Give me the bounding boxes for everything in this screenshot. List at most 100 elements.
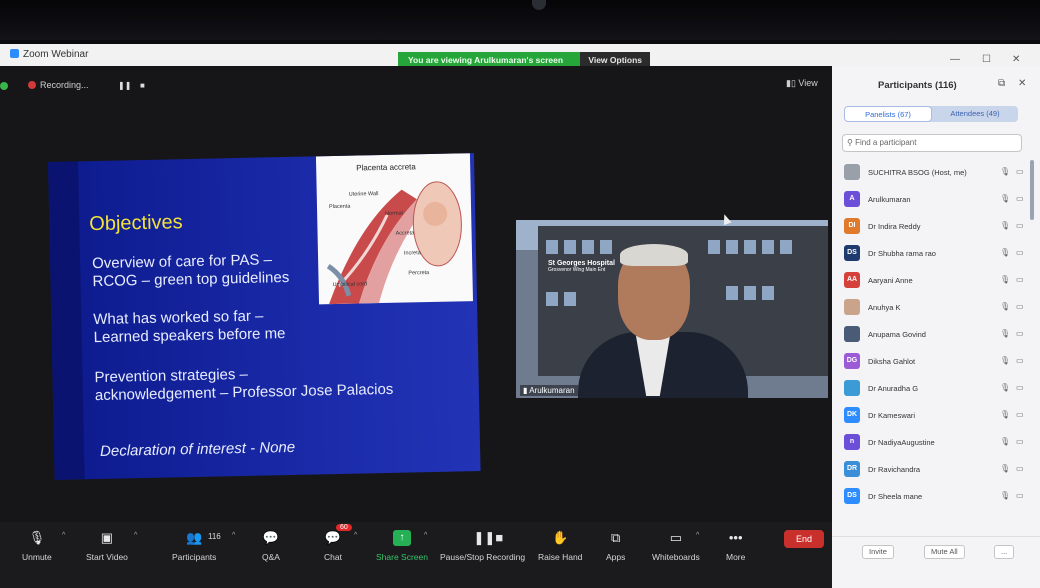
laptop-bezel (0, 0, 1040, 40)
microphone-icon[interactable]: 🎙 (1000, 437, 1010, 446)
microphone-icon[interactable]: 🎙 (1000, 167, 1010, 176)
share-screen-button[interactable]: ↑ Share Screen (376, 530, 428, 562)
qa-button[interactable]: 💬 Q&A (262, 530, 280, 562)
participant-tabs: Panelists (67) Attendees (49) (844, 106, 1018, 122)
participants-caret-icon[interactable]: ^ (232, 532, 235, 539)
slide-line: RCOG – green top guidelines (92, 268, 290, 291)
participant-row[interactable]: A Arulkumaran 🎙 ▭ (840, 187, 1032, 214)
panel-scrollbar[interactable] (1030, 160, 1034, 220)
chat-caret-icon[interactable]: ^ (354, 532, 357, 539)
raise-hand-label: Raise Hand (538, 552, 583, 562)
microphone-icon[interactable]: 🎙 (1000, 302, 1010, 311)
microphone-icon[interactable]: 🎙 (1000, 464, 1010, 473)
whiteboards-caret-icon[interactable]: ^ (696, 532, 699, 539)
participant-row[interactable]: DI Dr Indira Reddy 🎙 ▭ (840, 214, 1032, 241)
participant-row[interactable]: DR Dr Ravichandra 🎙 ▭ (840, 457, 1032, 484)
panel-close-icon[interactable]: ✕ (1018, 78, 1026, 89)
participant-name: Dr NadiyaAugustine (868, 438, 935, 447)
qa-icon: 💬 (262, 530, 280, 545)
tab-attendees[interactable]: Attendees (49) (932, 106, 1018, 122)
tab-panelists[interactable]: Panelists (67) (844, 106, 932, 122)
microphone-icon[interactable]: 🎙 (1000, 356, 1010, 365)
hospital-sign: St Georges Hospital Grosvenor Wing Main … (548, 260, 615, 273)
participant-name: Anupama Govind (868, 330, 926, 339)
end-button[interactable]: End (784, 530, 824, 548)
chat-badge: 60 (336, 524, 352, 531)
panel-more-button[interactable]: ... (994, 545, 1015, 559)
building-window (726, 240, 738, 254)
building-window (708, 240, 720, 254)
raise-hand-button[interactable]: ✋ Raise Hand (538, 530, 582, 562)
pause-recording-button[interactable]: ❚❚■ Pause/Stop Recording (440, 530, 525, 562)
participant-row[interactable]: n Dr NadiyaAugustine 🎙 ▭ (840, 430, 1032, 457)
maximize-icon[interactable]: ☐ (982, 54, 991, 65)
participant-row[interactable]: Dr Anuradha G 🎙 ▭ (840, 376, 1032, 403)
video-camera-icon[interactable]: ▭ (1016, 410, 1024, 419)
popout-icon[interactable]: ⧉ (998, 78, 1005, 89)
building-window (762, 240, 774, 254)
view-button[interactable]: ▮▯ View (786, 78, 818, 89)
video-camera-icon[interactable]: ▭ (1016, 437, 1024, 446)
building-window (780, 240, 792, 254)
speaker-video[interactable]: St Georges Hospital Grosvenor Wing Main … (516, 220, 828, 398)
microphone-icon[interactable]: 🎙 (1000, 491, 1010, 500)
close-icon[interactable]: ✕ (1012, 54, 1020, 65)
meeting-stage: Recording... ❚❚ ■ ▮▯ View Objectives Ove… (0, 66, 832, 522)
diagram-label: Accreta (395, 230, 415, 237)
video-camera-icon[interactable]: ▭ (1016, 221, 1024, 230)
building-window (744, 240, 756, 254)
participant-row[interactable]: Anupama Govind 🎙 ▭ (840, 322, 1032, 349)
participant-row[interactable]: SUCHITRA BSOG (Host, me) 🎙 ▭ (840, 160, 1032, 187)
microphone-icon[interactable]: 🎙 (1000, 410, 1010, 419)
participant-row[interactable]: Anuhya K 🎙 ▭ (840, 295, 1032, 322)
invite-button[interactable]: Invite (862, 545, 894, 559)
video-camera-icon[interactable]: ▭ (1016, 167, 1024, 176)
video-camera-icon[interactable]: ▭ (1016, 194, 1024, 203)
start-video-button[interactable]: ▣ Start Video (86, 530, 128, 562)
microphone-icon[interactable]: 🎙 (1000, 248, 1010, 257)
unmute-caret-icon[interactable]: ^ (62, 532, 65, 539)
participant-name: SUCHITRA BSOG (Host, me) (868, 168, 967, 177)
zoom-window: Zoom Webinar You are viewing Arulkumaran… (0, 44, 1040, 588)
start-video-label: Start Video (86, 552, 128, 562)
whiteboards-button[interactable]: ▭ Whiteboards (652, 530, 700, 562)
more-button[interactable]: ••• More (726, 530, 745, 562)
participant-search[interactable]: ⚲ Find a participant (842, 134, 1022, 152)
avatar: DS (844, 245, 860, 261)
stop-recording-icon[interactable]: ■ (140, 81, 145, 90)
video-camera-icon[interactable]: ▭ (1016, 356, 1024, 365)
mute-all-button[interactable]: Mute All (924, 545, 965, 559)
participant-row[interactable]: DS Dr Sheela mane 🎙 ▭ (840, 484, 1032, 511)
microphone-icon[interactable]: 🎙 (1000, 275, 1010, 284)
apps-button[interactable]: ⧉ Apps (606, 530, 625, 562)
video-off-icon: ▣ (100, 530, 114, 545)
view-label: View (798, 78, 818, 88)
video-camera-icon[interactable]: ▭ (1016, 329, 1024, 338)
unmute-button[interactable]: 🎙 Unmute (22, 530, 52, 562)
video-camera-icon[interactable]: ▭ (1016, 302, 1024, 311)
participant-row[interactable]: DS Dr Shubha rama rao 🎙 ▭ (840, 241, 1032, 268)
video-caret-icon[interactable]: ^ (134, 532, 137, 539)
hand-icon: ✋ (552, 530, 569, 545)
minimize-icon[interactable]: — (950, 54, 960, 65)
participant-row[interactable]: DK Dr Kameswari 🎙 ▭ (840, 403, 1032, 430)
avatar: DI (844, 218, 860, 234)
video-camera-icon[interactable]: ▭ (1016, 248, 1024, 257)
microphone-icon[interactable]: 🎙 (1000, 383, 1010, 392)
microphone-icon[interactable]: 🎙 (1000, 194, 1010, 203)
chat-button[interactable]: 💬 Chat (324, 530, 342, 562)
slide-declaration: Declaration of interest - None (99, 438, 296, 460)
share-caret-icon[interactable]: ^ (424, 532, 427, 539)
video-camera-icon[interactable]: ▭ (1016, 464, 1024, 473)
search-icon: ⚲ (847, 138, 856, 147)
pause-recording-icon[interactable]: ❚❚ (118, 81, 131, 90)
building-window (600, 240, 612, 254)
participant-row[interactable]: AA Aaryani Anne 🎙 ▭ (840, 268, 1032, 295)
video-camera-icon[interactable]: ▭ (1016, 275, 1024, 284)
microphone-icon[interactable]: 🎙 (1000, 329, 1010, 338)
video-camera-icon[interactable]: ▭ (1016, 491, 1024, 500)
microphone-icon[interactable]: 🎙 (1000, 221, 1010, 230)
shared-slide: Objectives Overview of care for PAS – RC… (48, 153, 481, 480)
video-camera-icon[interactable]: ▭ (1016, 383, 1024, 392)
participant-row[interactable]: DG Diksha Gahlot 🎙 ▭ (840, 349, 1032, 376)
